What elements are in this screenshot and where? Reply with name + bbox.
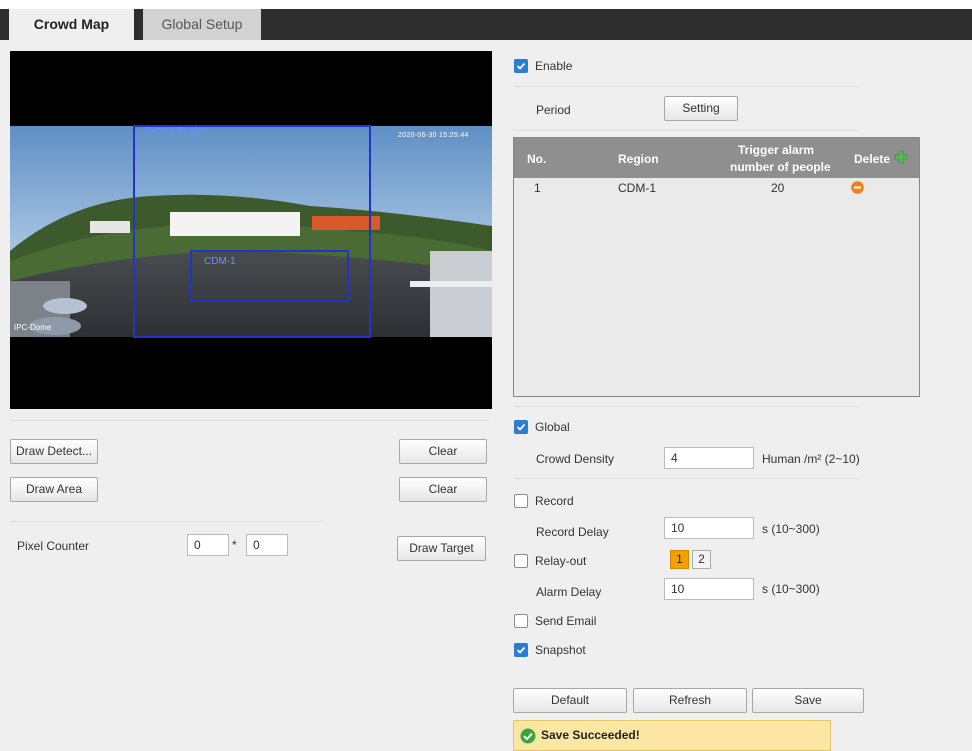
record-checkbox[interactable]	[514, 494, 528, 508]
alarm-delay-input[interactable]: 10	[664, 578, 754, 600]
draw-detect-button[interactable]: Draw Detect...	[10, 439, 98, 464]
record-delay-unit: s (10~300)	[762, 522, 820, 536]
alarm-delay-unit: s (10~300)	[762, 582, 820, 596]
col-delete: Delete	[854, 152, 891, 166]
region-table: No. Region Trigger alarm number of peopl…	[513, 137, 920, 397]
row-region: CDM-1	[618, 181, 656, 195]
period-label: Period	[536, 103, 571, 117]
relay-out-checkbox[interactable]	[514, 554, 528, 568]
pixel-separator: *	[232, 538, 237, 552]
draw-target-button[interactable]: Draw Target	[397, 536, 486, 561]
col-region: Region	[618, 152, 659, 166]
crowd-density-unit: Human /m² (2~10)	[762, 452, 860, 466]
add-icon[interactable]	[894, 150, 908, 164]
table-row[interactable]: 1 CDM-1 20	[514, 178, 919, 196]
table-header: No. Region Trigger alarm number of peopl…	[514, 138, 919, 178]
send-email-checkbox[interactable]	[514, 614, 528, 628]
tab-global-setup[interactable]: Global Setup	[143, 9, 261, 40]
checkmark-icon	[516, 62, 526, 70]
refresh-button[interactable]: Refresh	[633, 688, 747, 713]
pixel-width-input[interactable]: 0	[187, 534, 229, 556]
snapshot-checkbox[interactable]	[514, 643, 528, 657]
default-button[interactable]: Default	[513, 688, 627, 713]
video-preview[interactable]: Detect Region CDM-1 2020-06-30 15:25:44 …	[10, 51, 492, 409]
top-strip	[0, 0, 972, 9]
enable-label: Enable	[535, 59, 573, 73]
col-trigger-line2: number of people	[730, 160, 831, 174]
checkmark-icon	[516, 646, 526, 654]
record-delay-input[interactable]: 10	[664, 517, 754, 539]
save-button[interactable]: Save	[752, 688, 864, 713]
global-label: Global	[535, 420, 570, 434]
crowd-density-input[interactable]: 4	[664, 447, 754, 469]
col-trigger-line1: Trigger alarm	[738, 143, 815, 157]
pixel-height-input[interactable]: 0	[246, 534, 288, 556]
divider	[514, 478, 858, 479]
snapshot-label: Snapshot	[535, 643, 586, 657]
divider	[10, 420, 490, 421]
col-no: No.	[527, 152, 547, 166]
send-email-label: Send Email	[535, 614, 597, 628]
detect-region-label: Detect Region	[145, 126, 209, 137]
divider	[514, 130, 858, 131]
record-label: Record	[535, 494, 574, 508]
enable-checkbox[interactable]	[514, 59, 528, 73]
record-delay-label: Record Delay	[536, 525, 609, 539]
row-trigger: 20	[771, 181, 785, 195]
video-timestamp: 2020-06-30 15:25:44	[398, 132, 469, 139]
camera-scene	[10, 51, 492, 409]
area-label: CDM-1	[204, 256, 236, 267]
success-check-icon	[520, 728, 536, 744]
checkmark-icon	[516, 423, 526, 431]
save-status-toast: Save Succeeded!	[513, 720, 831, 751]
global-checkbox[interactable]	[514, 420, 528, 434]
delete-icon[interactable]	[851, 181, 864, 194]
status-message: Save Succeeded!	[541, 728, 640, 742]
alarm-delay-label: Alarm Delay	[536, 585, 602, 599]
period-setting-button[interactable]: Setting	[664, 96, 738, 121]
relay-out-label: Relay-out	[535, 554, 587, 568]
clear-area-button[interactable]: Clear	[399, 477, 487, 502]
row-no: 1	[534, 181, 541, 195]
relay-channel-1[interactable]: 1	[670, 550, 689, 569]
clear-detect-button[interactable]: Clear	[399, 439, 487, 464]
relay-channel-2[interactable]: 2	[692, 550, 711, 569]
divider	[10, 521, 322, 522]
divider	[514, 406, 858, 407]
pixel-counter-label: Pixel Counter	[17, 539, 90, 553]
divider	[514, 86, 858, 87]
tab-crowd-map[interactable]: Crowd Map	[9, 9, 134, 40]
camera-label: IPC-Dome	[14, 323, 52, 332]
draw-area-button[interactable]: Draw Area	[10, 477, 98, 502]
crowd-density-label: Crowd Density	[536, 452, 615, 466]
